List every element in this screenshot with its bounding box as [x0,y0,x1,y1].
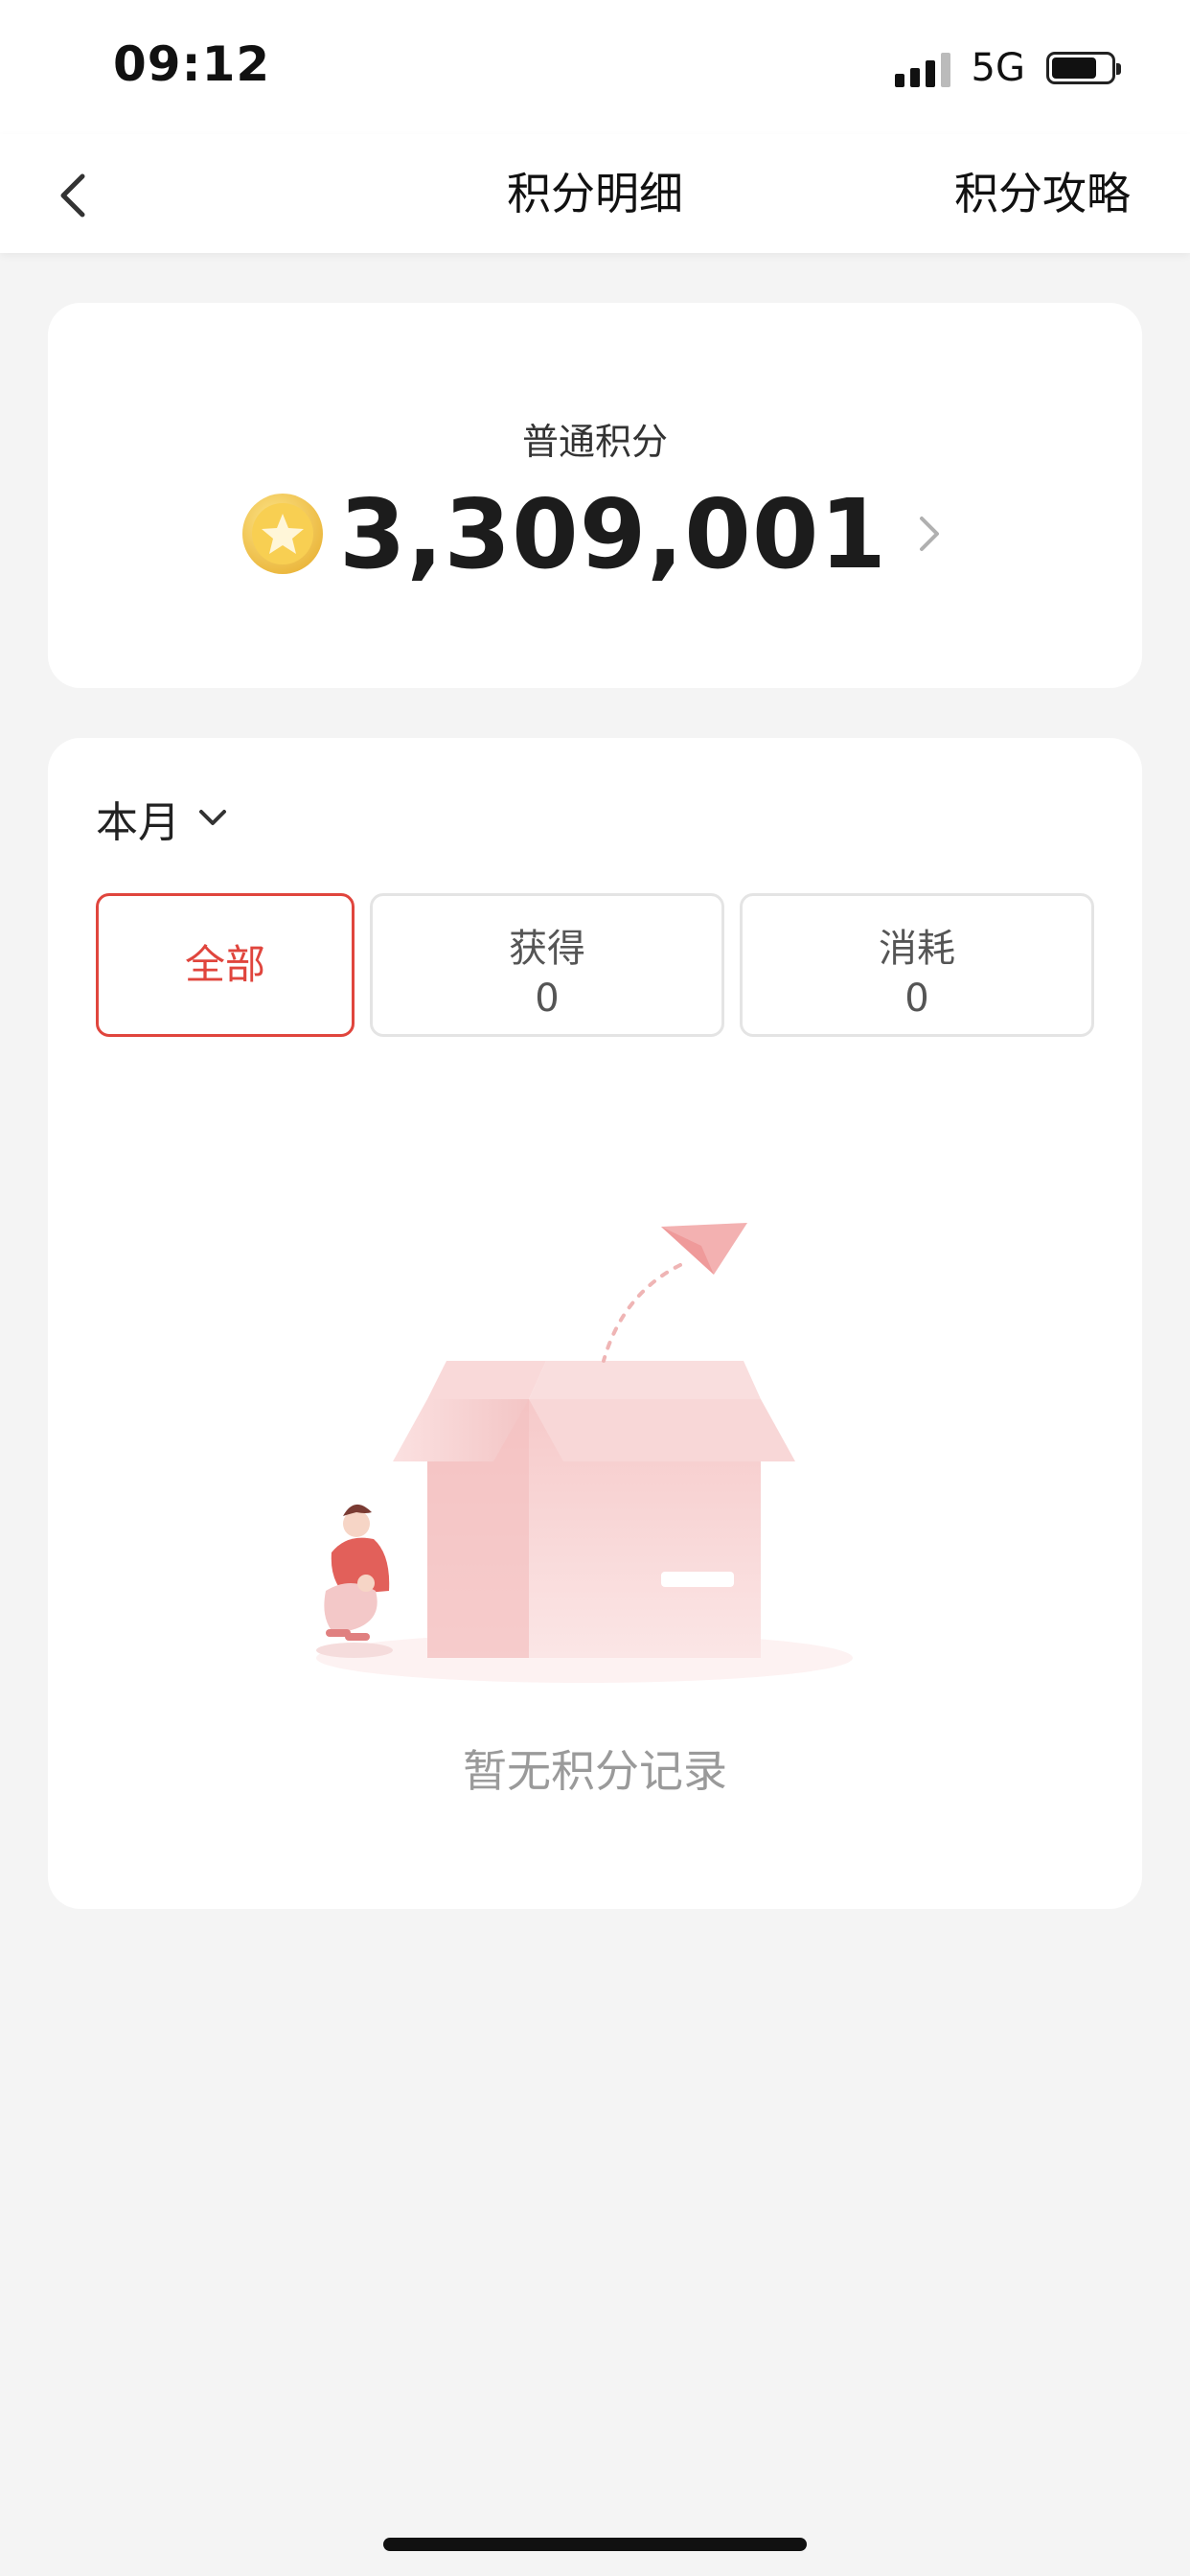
tab-earned[interactable]: 获得 0 [370,893,724,1037]
star-coin-icon [241,494,323,574]
tab-all[interactable]: 全部 [96,893,355,1037]
empty-box-illustration [316,1223,853,1683]
tab-earned-count: 0 [535,977,560,1021]
points-label: 普通积分 [521,421,668,463]
status-bar: 09:12 5G [0,0,1190,134]
tab-spent-count: 0 [904,977,929,1021]
battery-icon [1046,52,1121,84]
filter-tabs: 全部 获得 0 消耗 0 [96,893,1094,1037]
nav-bar: 积分明细 积分攻略 [0,134,1190,253]
points-card: 普通积分 3,309,001 [48,303,1142,688]
back-button[interactable] [42,161,109,228]
empty-state-text: 暂无积分记录 [463,1745,727,1797]
points-balance-button[interactable]: 3,309,001 [48,478,1142,590]
chevron-down-icon [199,810,226,825]
chevron-left-icon [60,173,85,218]
signal-icon [894,49,950,87]
tab-spent[interactable]: 消耗 0 [740,893,1094,1037]
status-icons: 5G [894,44,1121,92]
tab-all-label: 全部 [184,941,265,988]
chevron-right-icon [920,517,940,551]
status-time: 09:12 [113,36,271,92]
month-label: 本月 [96,798,180,847]
tab-spent-label: 消耗 [879,927,955,971]
tab-earned-label: 获得 [509,927,585,971]
home-indicator[interactable] [383,2538,807,2551]
network-type: 5G [971,46,1025,90]
points-value: 3,309,001 [338,477,888,590]
records-card: 本月 全部 获得 0 消耗 0 暂无积分记录 [48,738,1142,1909]
points-guide-link[interactable]: 积分攻略 [954,134,1131,253]
month-selector[interactable]: 本月 [96,788,232,849]
